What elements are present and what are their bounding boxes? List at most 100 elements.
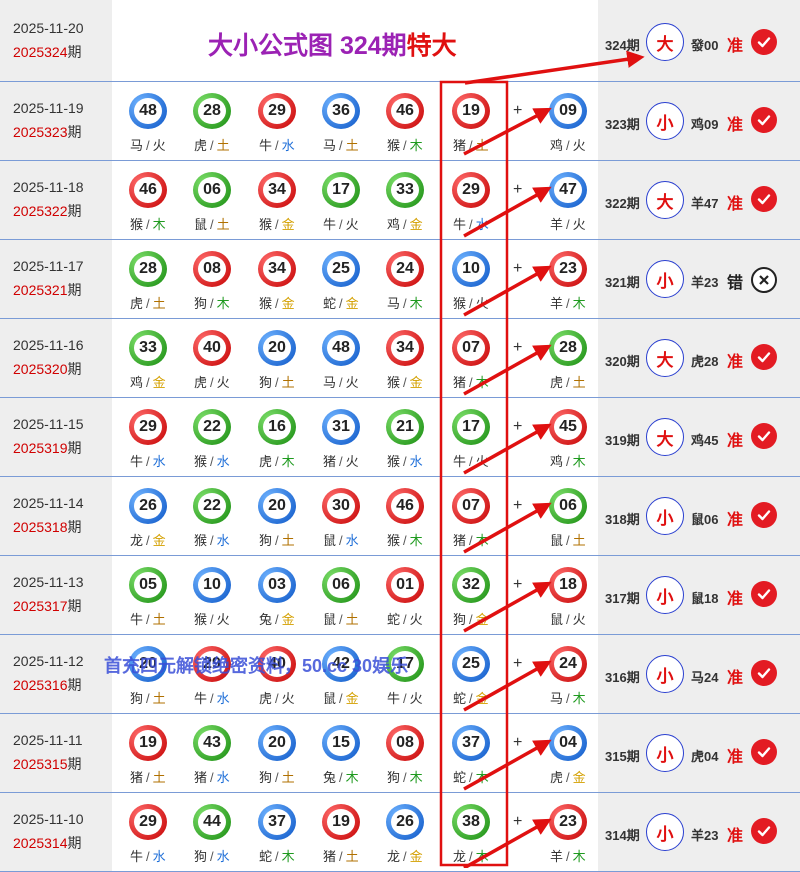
label-separator: /	[275, 849, 279, 864]
size-badge: 大	[646, 23, 684, 61]
check-icon	[751, 581, 777, 607]
zodiac-label: 狗	[194, 849, 208, 864]
element-label: 金	[281, 612, 295, 627]
ball-number: 34	[263, 177, 291, 203]
lottery-ball: 38	[452, 804, 490, 840]
label-separator: /	[275, 770, 279, 785]
result-text: 准	[727, 433, 744, 450]
element-label: 水	[152, 454, 166, 469]
prediction-zodiac-number: 發00	[691, 38, 719, 53]
zodiac-label: 猴	[130, 217, 144, 232]
zodiac-element-label: 蛇 / 木	[259, 846, 295, 865]
result-row: 2025-11-13 2025317期 05 牛 / 土 10 猴 / 火 03 兔 / 金 06 鼠 / 土 01…	[0, 556, 800, 635]
label-separator: /	[469, 691, 473, 706]
lottery-ball: 31	[322, 409, 360, 445]
zodiac-label: 猪	[323, 454, 337, 469]
zodiac-label: 虎	[194, 375, 208, 390]
label-separator: /	[146, 454, 150, 469]
ball-number: 33	[391, 177, 419, 203]
plus-sign: +	[513, 576, 523, 593]
date-cell: 2025-11-18 2025322期	[0, 161, 112, 239]
zodiac-label: 马	[550, 691, 564, 706]
zodiac-element-label: 蛇 / 金	[323, 293, 359, 312]
prediction-period: 319期	[605, 433, 640, 448]
label-separator: /	[339, 533, 343, 548]
result-text: 准	[727, 591, 744, 608]
ball-number: 36	[327, 98, 355, 124]
ball-number: 07	[457, 493, 485, 519]
date-cell: 2025-11-15 2025319期	[0, 398, 112, 476]
check-icon	[751, 344, 777, 370]
label-separator: /	[339, 612, 343, 627]
ball-number: 23	[554, 809, 582, 835]
lottery-ball: 20	[258, 488, 296, 524]
zodiac-label: 狗	[194, 296, 208, 311]
ball-number: 24	[391, 256, 419, 282]
issue-number: 2025320期	[13, 361, 82, 377]
date-cell: 2025-11-16 2025320期	[0, 319, 112, 397]
ball-number: 37	[457, 730, 485, 756]
lottery-ball: 32	[452, 567, 490, 603]
ball-number: 28	[554, 335, 582, 361]
size-badge: 大	[646, 418, 684, 456]
zodiac-element-label: 牛 / 水	[194, 688, 230, 707]
element-label: 火	[281, 691, 295, 706]
zodiac-element-label: 虎 / 火	[194, 372, 230, 391]
zodiac-element-label: 猪 / 土	[323, 846, 359, 865]
prediction-zodiac-number: 鼠06	[691, 512, 719, 527]
prediction-period: 314期	[605, 828, 640, 843]
element-label: 木	[345, 770, 359, 785]
result-row: 2025-11-11 2025315期 19 猪 / 土 43 猪 / 水 20 狗 / 土 15 兔 / 木 08…	[0, 714, 800, 793]
result-row: 2025-11-10 2025314期 29 牛 / 水 44 狗 / 水 37 蛇 / 木 19 猪 / 土 26…	[0, 793, 800, 872]
zodiac-element-label: 马 / 木	[387, 293, 423, 312]
zodiac-element-label: 牛 / 水	[453, 214, 489, 233]
zodiac-element-label: 牛 / 水	[130, 451, 166, 470]
result-row: 2025-11-14 2025318期 26 龙 / 金 22 猴 / 水 20 狗 / 土 30 鼠 / 水 46…	[0, 477, 800, 556]
zodiac-element-label: 猴 / 水	[194, 530, 230, 549]
zodiac-element-label: 鼠 / 水	[323, 530, 359, 549]
special-ball: 06	[549, 488, 587, 524]
size-badge: 小	[646, 576, 684, 614]
date-cell: 2025-11-20 2025324期	[0, 0, 112, 81]
lottery-ball: 48	[129, 93, 167, 129]
zodiac-label: 鼠	[550, 533, 564, 548]
element-label: 火	[572, 217, 586, 232]
element-label: 土	[572, 533, 586, 548]
lottery-ball: 34	[386, 330, 424, 366]
result-text: 准	[727, 38, 744, 55]
ball-number: 17	[327, 177, 355, 203]
zodiac-label: 牛	[453, 217, 467, 232]
element-label: 金	[345, 691, 359, 706]
lottery-ball: 22	[193, 488, 231, 524]
zodiac-label: 龙	[130, 533, 144, 548]
result-row: 2025-11-17 2025321期 28 虎 / 土 08 狗 / 木 34 猴 / 金 25 蛇 / 金 24…	[0, 240, 800, 319]
lottery-ball: 46	[386, 488, 424, 524]
zodiac-label: 狗	[259, 533, 273, 548]
lottery-ball: 46	[386, 93, 424, 129]
zodiac-label: 鼠	[550, 612, 564, 627]
result-text: 准	[727, 828, 744, 845]
element-label: 木	[572, 296, 586, 311]
issue-number: 2025322期	[13, 203, 82, 219]
ball-number: 29	[263, 98, 291, 124]
zodiac-element-label: 猴 / 金	[387, 372, 423, 391]
date-cell: 2025-11-17 2025321期	[0, 240, 112, 318]
ball-number: 23	[554, 256, 582, 282]
ball-number: 48	[134, 98, 162, 124]
label-separator: /	[566, 375, 570, 390]
label-separator: /	[469, 217, 473, 232]
element-label: 水	[216, 691, 230, 706]
element-label: 木	[475, 770, 489, 785]
zodiac-label: 虎	[550, 770, 564, 785]
prediction-zodiac-number: 虎04	[691, 749, 719, 764]
lottery-ball: 20	[258, 725, 296, 761]
element-label: 火	[345, 217, 359, 232]
label-separator: /	[403, 533, 407, 548]
zodiac-label: 蛇	[387, 612, 401, 627]
zodiac-element-label: 龙 / 木	[453, 846, 489, 865]
element-label: 金	[409, 375, 423, 390]
zodiac-label: 蛇	[453, 770, 467, 785]
size-badge: 小	[646, 102, 684, 140]
header-row: 2025-11-20 2025324期 大小公式图 324期特大 324期大發0…	[0, 0, 800, 82]
ball-number: 34	[391, 335, 419, 361]
